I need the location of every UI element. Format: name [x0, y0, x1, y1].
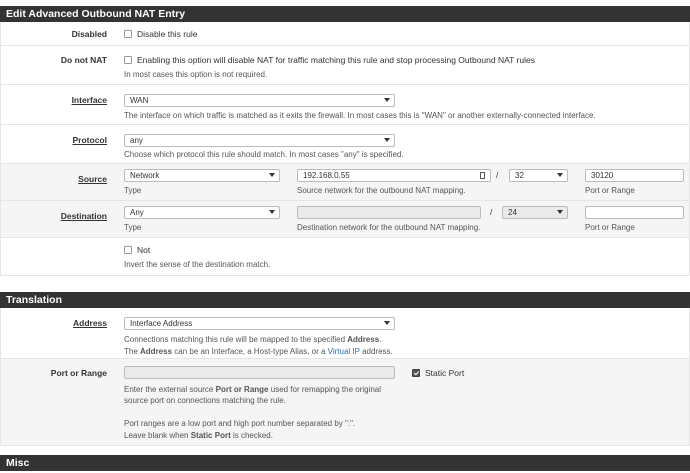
destination-row: Destination Any Type / 24 Destination ne… [0, 201, 690, 238]
disabled-label: Disabled [71, 29, 107, 39]
translation-address-help-2-prefix: The [124, 347, 141, 356]
do-not-nat-label: Do not NAT [60, 55, 107, 65]
source-port-help: Port or Range [585, 186, 635, 195]
port-or-range-help-2: source port on connections matching the … [124, 396, 286, 405]
translation-address-row: Address Interface Address Connections ma… [0, 308, 690, 359]
port-or-range-label: Port or Range [50, 368, 107, 378]
port-or-range-row: Port or Range Static Port Enter the exte… [0, 359, 690, 446]
destination-port-input[interactable] [585, 206, 684, 219]
translation-address-help-1: Connections matching this rule will be m… [124, 335, 381, 344]
chevron-down-icon [557, 210, 563, 214]
translation-address-help-1-suffix: . [379, 335, 382, 344]
destination-port-help: Port or Range [585, 223, 635, 232]
source-mask-select[interactable]: 32 [509, 169, 568, 182]
destination-mask-value: 24 [508, 208, 517, 217]
not-checkbox[interactable] [124, 246, 132, 254]
translation-address-help-2-suffix: address. [359, 347, 393, 356]
protocol-row: Protocol any Choose which protocol this … [0, 125, 690, 164]
source-mask-slash: / [496, 171, 499, 180]
source-port-value: 30120 [591, 171, 614, 180]
destination-mask-slash: / [490, 208, 493, 217]
source-row: Source Network Type 192.168.0.55 / 32 So… [0, 164, 690, 201]
translation-address-help-2-mid: can be an Interface, a Host-type Alias, … [172, 347, 328, 356]
protocol-label: Protocol [72, 135, 107, 145]
destination-mask-select[interactable]: 24 [502, 206, 568, 219]
port-or-range-help-1: Enter the external source Port or Range … [124, 385, 381, 394]
port-or-range-input[interactable] [124, 366, 395, 379]
interface-row: Interface WAN The interface on which tra… [0, 85, 690, 125]
protocol-select[interactable]: any [124, 134, 395, 147]
source-address-value: 192.168.0.55 [303, 171, 350, 180]
protocol-select-value: any [130, 136, 143, 145]
destination-label: Destination [60, 211, 107, 221]
interface-select[interactable]: WAN [124, 94, 395, 107]
not-row: Not Invert the sense of the destination … [0, 238, 690, 276]
static-port-checkbox[interactable] [412, 369, 420, 377]
interface-label: Interface [71, 95, 107, 105]
source-type-help: Type [124, 186, 142, 195]
translation-address-label: Address [72, 318, 107, 328]
translation-address-help-2-bold: Address [140, 347, 173, 356]
virtual-ip-link[interactable]: Virtual IP [328, 347, 360, 356]
source-address-help: Source network for the outbound NAT mapp… [297, 186, 466, 195]
disabled-checkbox[interactable] [124, 30, 132, 38]
protocol-help: Choose which protocol this rule should m… [124, 150, 404, 159]
disabled-row: Disabled Disable this rule [0, 22, 690, 46]
port-or-range-help-3: Port ranges are a low port and high port… [124, 419, 356, 428]
source-port-input[interactable]: 30120 [585, 169, 684, 182]
chevron-down-icon [384, 138, 390, 142]
port-or-range-help-1-suffix: used for remapping the original [268, 385, 382, 394]
translation-address-help-1-prefix: Connections matching this rule will be m… [124, 335, 348, 344]
interface-help: The interface on which traffic is matche… [124, 111, 596, 120]
misc-panel: Misc [0, 455, 690, 471]
port-or-range-help-4: Leave blank when Static Port is checked. [124, 431, 273, 440]
source-type-value: Network [130, 171, 160, 180]
destination-address-input[interactable] [297, 206, 481, 219]
translation-heading: Translation [0, 292, 690, 308]
port-or-range-help-4-bold: Static Port [190, 431, 231, 440]
edit-nat-heading: Edit Advanced Outbound NAT Entry [0, 6, 690, 22]
destination-address-help: Destination network for the outbound NAT… [297, 223, 481, 232]
port-or-range-help-1-bold: Port or Range [215, 385, 269, 394]
disabled-checkbox-label[interactable]: Disable this rule [137, 29, 197, 39]
chevron-down-icon [384, 321, 390, 325]
port-or-range-help-4-prefix: Leave blank when [124, 431, 191, 440]
port-or-range-help-1-prefix: Enter the external source [124, 385, 216, 394]
not-checkbox-label[interactable]: Not [137, 245, 150, 255]
destination-type-value: Any [130, 208, 144, 217]
address-book-icon[interactable] [480, 172, 485, 179]
do-not-nat-checkbox-label[interactable]: Enabling this option will disable NAT fo… [137, 55, 535, 65]
source-type-select[interactable]: Network [124, 169, 280, 182]
do-not-nat-checkbox[interactable] [124, 56, 132, 64]
static-port-label[interactable]: Static Port [425, 368, 464, 378]
translation-address-value: Interface Address [130, 319, 193, 328]
destination-type-help: Type [124, 223, 142, 232]
chevron-down-icon [384, 98, 390, 102]
not-help: Invert the sense of the destination matc… [124, 260, 271, 269]
destination-type-select[interactable]: Any [124, 206, 280, 219]
do-not-nat-row: Do not NAT Enabling this option will dis… [0, 46, 690, 85]
edit-nat-panel: Edit Advanced Outbound NAT Entry Disable… [0, 6, 690, 276]
translation-address-select[interactable]: Interface Address [124, 317, 395, 330]
translation-panel: Translation Address Interface Address Co… [0, 292, 690, 446]
translation-address-help-1-bold: Address [347, 335, 380, 344]
interface-select-value: WAN [130, 96, 149, 105]
chevron-down-icon [557, 173, 563, 177]
misc-heading: Misc [0, 455, 690, 471]
port-or-range-help-4-suffix: is checked. [230, 431, 273, 440]
chevron-down-icon [269, 173, 275, 177]
source-mask-value: 32 [515, 171, 524, 180]
do-not-nat-help: In most cases this option is not require… [124, 70, 268, 79]
translation-address-help-2: The Address can be an Interface, a Host-… [124, 347, 393, 356]
source-label: Source [78, 174, 107, 184]
chevron-down-icon [269, 210, 275, 214]
source-address-input[interactable]: 192.168.0.55 [297, 169, 491, 182]
